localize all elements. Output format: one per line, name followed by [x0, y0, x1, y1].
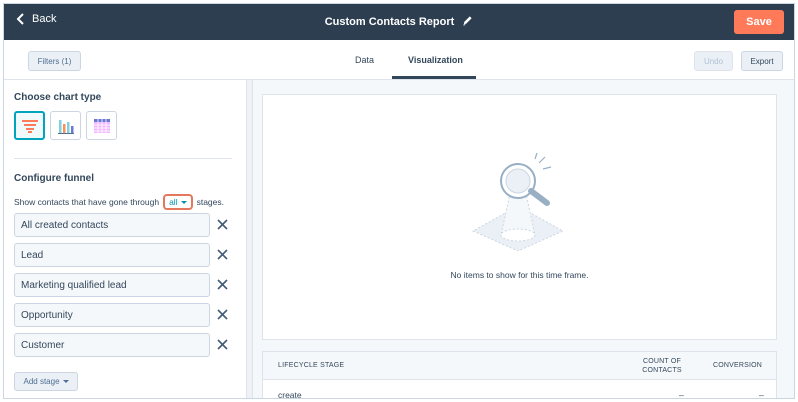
stages-sentence: Show contacts that have gone through all… [14, 194, 224, 210]
funnel-chart-icon [21, 119, 38, 133]
chart-type-table[interactable] [86, 111, 117, 140]
column-header-count-of-contacts[interactable]: COUNT OF CONTACTS [639, 357, 685, 375]
bar-chart-icon [57, 119, 74, 134]
stages-mode-value: all [169, 197, 178, 207]
magnifying-glass-empty-icon [471, 152, 565, 251]
stages-prefix: Show contacts that have gone through [14, 197, 160, 207]
stage-select[interactable]: Opportunity [14, 303, 210, 327]
stage-select[interactable]: Lead [14, 243, 210, 267]
stage-row: Opportunity [14, 303, 232, 327]
undo-button[interactable]: Undo [694, 51, 733, 71]
edit-pencil-icon[interactable] [462, 15, 473, 29]
tab-visualization[interactable]: Visualization [408, 55, 463, 65]
stage-select[interactable]: Customer [14, 333, 210, 357]
remove-stage-icon[interactable] [217, 249, 228, 260]
chart-type-funnel[interactable] [14, 111, 45, 140]
remove-stage-icon[interactable] [217, 219, 228, 230]
export-button[interactable]: Export [741, 51, 783, 71]
table-cell-stage: create [278, 390, 302, 399]
count-header-line2: CONTACTS [642, 367, 682, 374]
chart-type-bar[interactable] [50, 111, 81, 140]
active-tab-indicator [392, 76, 476, 79]
add-stage-button[interactable]: Add stage [14, 372, 78, 391]
table-cell-conversion: – [759, 390, 764, 399]
tab-data[interactable]: Data [355, 55, 374, 65]
stage-row: Lead [14, 243, 232, 267]
choose-chart-type-heading: Choose chart type [14, 92, 102, 103]
table-cell-count: – [679, 390, 684, 399]
remove-stage-icon[interactable] [217, 339, 228, 350]
table-chart-icon [93, 118, 110, 133]
stages-mode-dropdown[interactable]: all [163, 194, 193, 210]
stage-select[interactable]: All created contacts [14, 213, 210, 237]
stages-suffix: stages. [196, 197, 224, 207]
remove-stage-icon[interactable] [217, 309, 228, 320]
stage-row: Marketing qualified lead [14, 273, 232, 297]
save-button[interactable]: Save [734, 10, 784, 34]
visualization-card: No items to show for this time frame. [262, 94, 777, 340]
caret-down-icon [180, 200, 187, 204]
count-header-line1: COUNT OF [642, 358, 682, 365]
toolbar: Filters (1) Data Visualization Undo Expo… [4, 40, 794, 80]
top-bar: Back Custom Contacts Report Save [4, 4, 794, 40]
column-header-lifecycle-stage[interactable]: LIFECYCLE STAGE [278, 362, 344, 369]
app-window: Back Custom Contacts Report Save Filters… [3, 3, 795, 399]
section-divider [14, 158, 232, 159]
report-title-bar: Custom Contacts Report [4, 15, 794, 29]
panel-scroll-track[interactable] [247, 80, 253, 398]
column-header-conversion[interactable]: CONVERSION [713, 362, 762, 369]
stage-row: All created contacts [14, 213, 232, 237]
empty-state-message: No items to show for this time frame. [450, 270, 589, 280]
results-table: LIFECYCLE STAGE COUNT OF CONTACTS CONVER… [262, 351, 777, 399]
add-stage-label: Add stage [23, 377, 60, 386]
config-panel: Choose chart type Configure funnel Show … [4, 80, 247, 398]
stage-row: Customer [14, 333, 232, 357]
report-title: Custom Contacts Report [324, 16, 455, 28]
configure-funnel-heading: Configure funnel [14, 173, 94, 184]
filters-button[interactable]: Filters (1) [28, 51, 81, 71]
remove-stage-icon[interactable] [217, 279, 228, 290]
stage-select[interactable]: Marketing qualified lead [14, 273, 210, 297]
caret-down-icon [62, 380, 69, 383]
table-header: LIFECYCLE STAGE COUNT OF CONTACTS CONVER… [263, 352, 776, 380]
